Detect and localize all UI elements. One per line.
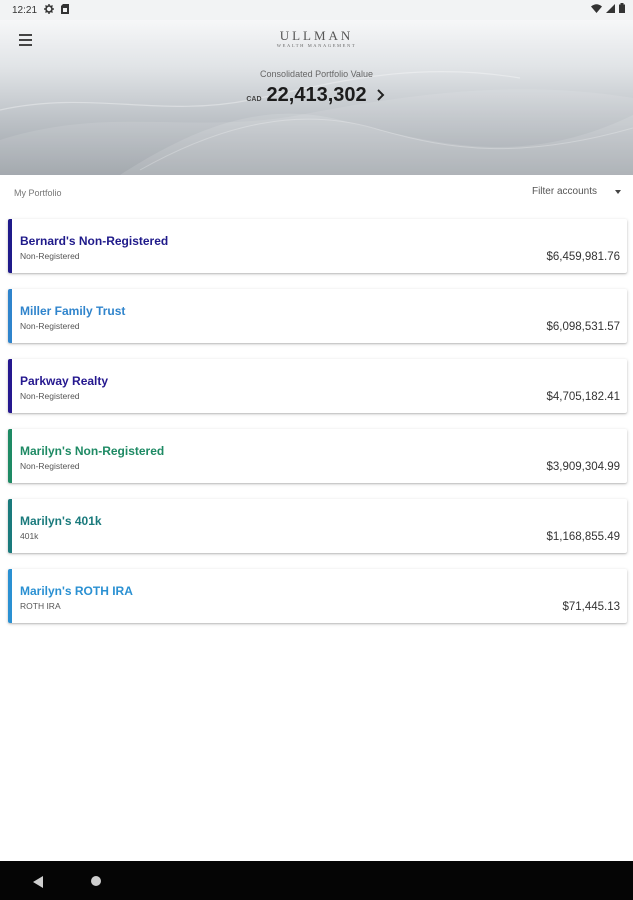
logo-main-text: ULLMAN [279, 28, 354, 43]
home-icon[interactable] [91, 876, 101, 886]
account-name: Parkway Realty [20, 374, 109, 388]
status-bar: 12:21 [0, 0, 633, 20]
account-value: $3,909,304.99 [546, 461, 620, 473]
account-type: Non-Registered [20, 391, 80, 401]
account-value: $1,168,855.49 [546, 531, 620, 543]
account-card[interactable]: Parkway Realty Non-Registered $4,705,182… [8, 359, 627, 413]
settings-gear-icon [44, 3, 55, 17]
account-card[interactable]: Bernard's Non-Registered Non-Registered … [8, 219, 627, 273]
account-card[interactable]: Miller Family Trust Non-Registered $6,09… [8, 289, 627, 343]
system-nav-bar [0, 861, 633, 900]
consolidated-value: 22,413,302 [266, 84, 367, 106]
sim-card-icon [61, 3, 70, 17]
account-type: 401k [20, 531, 39, 541]
chevron-right-icon [375, 88, 387, 102]
account-name: Marilyn's 401k [20, 514, 102, 528]
back-icon[interactable] [33, 875, 44, 893]
account-name: Marilyn's Non-Registered [20, 444, 165, 458]
account-type: Non-Registered [20, 321, 80, 331]
account-accent-bar [8, 359, 12, 413]
logo-sub-text: WEALTH MANAGEMENT [276, 43, 357, 48]
account-accent-bar [8, 429, 12, 483]
status-time: 12:21 [12, 4, 38, 16]
wifi-icon [591, 3, 602, 16]
battery-icon [619, 3, 625, 16]
consolidated-value-link[interactable]: CAD 22,413,302 [0, 84, 633, 107]
portfolio-header: ULLMAN WEALTH MANAGEMENT Consolidated Po… [0, 20, 633, 175]
account-card[interactable]: Marilyn's 401k 401k $1,168,855.49 [8, 499, 627, 553]
account-card[interactable]: Marilyn's Non-Registered Non-Registered … [8, 429, 627, 483]
portfolio-toolbar: My Portfolio Filter accounts [0, 175, 633, 213]
account-list: Bernard's Non-Registered Non-Registered … [8, 219, 627, 639]
account-card[interactable]: Marilyn's ROTH IRA ROTH IRA $71,445.13 [8, 569, 627, 623]
currency-label: CAD [246, 96, 262, 103]
account-type: Non-Registered [20, 461, 80, 471]
account-type: Non-Registered [20, 251, 80, 261]
ullman-logo: ULLMAN WEALTH MANAGEMENT [0, 28, 633, 48]
signal-icon [606, 3, 615, 16]
account-name: Miller Family Trust [20, 304, 126, 318]
filter-accounts-label: Filter accounts [531, 186, 597, 197]
account-type: ROTH IRA [20, 601, 61, 611]
account-accent-bar [8, 569, 12, 623]
account-name: Bernard's Non-Registered [20, 234, 169, 248]
account-accent-bar [8, 289, 12, 343]
caret-down-icon [615, 189, 621, 194]
consolidated-value-label: Consolidated Portfolio Value [260, 69, 373, 79]
filter-accounts-dropdown[interactable]: Filter accounts [532, 186, 621, 197]
account-value: $6,098,531.57 [546, 321, 620, 333]
account-value: $4,705,182.41 [546, 391, 620, 403]
account-value: $71,445.13 [562, 601, 620, 613]
portfolio-title: My Portfolio [14, 188, 62, 198]
account-name: Marilyn's ROTH IRA [20, 584, 133, 598]
account-value: $6,459,981.76 [546, 251, 620, 263]
account-accent-bar [8, 499, 12, 553]
account-accent-bar [8, 219, 12, 273]
